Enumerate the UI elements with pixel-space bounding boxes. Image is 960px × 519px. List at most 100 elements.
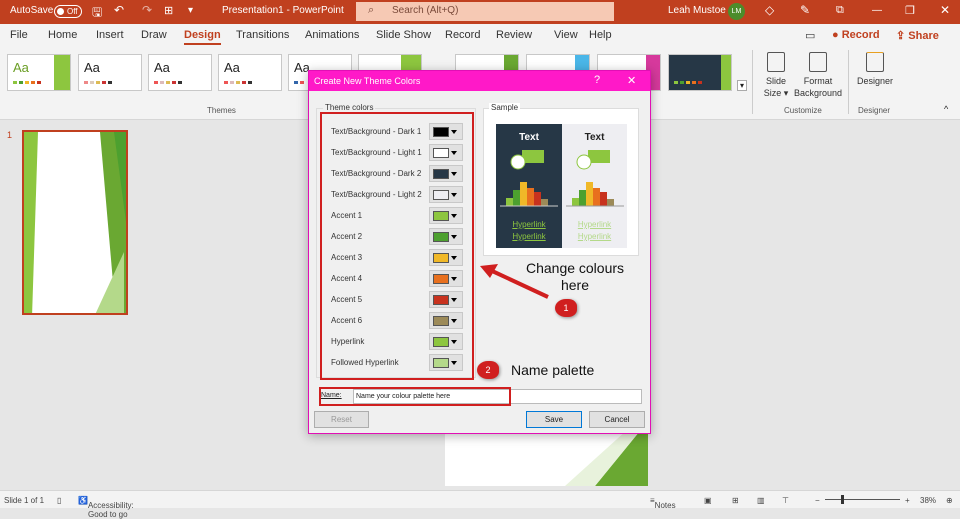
divider	[752, 50, 753, 114]
autosave-toggle[interactable]: Off	[54, 5, 82, 18]
present-icon[interactable]: ⊞	[164, 4, 173, 17]
minimize-button[interactable]: —	[872, 5, 882, 16]
sample-light: Text Hyperlink Hyperlink	[562, 124, 627, 248]
sample-followed-hyperlink-light: Hyperlink	[577, 232, 612, 241]
designer-button[interactable]: Designer	[853, 52, 897, 87]
sample-followed-hyperlink: Hyperlink	[512, 232, 546, 241]
help-button[interactable]: ?	[594, 74, 600, 86]
tab-insert[interactable]: Insert	[96, 29, 124, 41]
sample-text-dark: Text	[519, 132, 539, 143]
sample-text-light: Text	[584, 132, 605, 143]
highlight-box-colors	[320, 112, 474, 380]
autosave-label: AutoSave	[10, 5, 54, 16]
title-bar: AutoSave Off 🖫 ↶ ↷ ⊞ ▾ Presentation1 - P…	[0, 0, 960, 24]
document-title: Presentation1 - PowerPoint	[222, 5, 344, 16]
redo-icon[interactable]: ↷	[142, 3, 152, 17]
tab-slide-show[interactable]: Slide Show	[376, 29, 431, 41]
designer-group-label: Designer	[858, 106, 891, 115]
sample-hyperlink-light: Hyperlink	[577, 220, 612, 229]
slide-sorter-icon[interactable]: ⊞	[732, 496, 739, 505]
themes-group-label: Themes	[207, 106, 236, 115]
slide-size-icon	[767, 52, 785, 72]
restore-button[interactable]: ❐	[905, 4, 915, 17]
zoom-slider[interactable]	[825, 495, 900, 504]
reset-button[interactable]: Reset	[314, 411, 369, 428]
dialog-title-bar: Create New Theme Colors ? ✕	[309, 71, 650, 91]
accessibility-status[interactable]: ♿ Accessibility: Good to go	[78, 496, 134, 519]
diamond-icon[interactable]: ◇	[765, 3, 774, 17]
highlight-box-name	[319, 387, 511, 406]
share-label: Share	[908, 30, 939, 42]
tab-design[interactable]: Design	[184, 29, 221, 45]
variant-option[interactable]	[668, 54, 732, 91]
status-bar: Slide 1 of 1 ▯ ♿ Accessibility: Good to …	[0, 490, 960, 519]
slideshow-icon[interactable]: ⊤	[782, 496, 789, 505]
slide-number: 1	[7, 130, 13, 140]
zoom-level[interactable]: 38%	[920, 496, 936, 505]
tab-record[interactable]: Record	[445, 29, 480, 41]
sample-chart-light	[566, 150, 624, 207]
dialog-close-button[interactable]: ✕	[627, 74, 636, 87]
slide-thumbnail-art	[24, 132, 126, 313]
tab-animations[interactable]: Animations	[305, 29, 359, 41]
sample-hyperlink: Hyperlink	[512, 220, 546, 229]
annotation-change-colours: Change colours here	[525, 260, 625, 293]
zoom-in-button[interactable]: +	[905, 496, 910, 505]
normal-view-icon[interactable]: ▣	[704, 496, 712, 505]
fit-to-window-icon[interactable]: ⊕	[946, 496, 953, 505]
menu-bar: File Home Insert Draw Design Transitions…	[0, 24, 960, 46]
zoom-slider-thumb	[841, 495, 844, 504]
customize-qat-icon[interactable]: ▾	[188, 5, 193, 16]
tab-home[interactable]: Home	[48, 29, 77, 41]
search-placeholder: Search (Alt+Q)	[392, 5, 459, 16]
dialog-title: Create New Theme Colors	[314, 76, 421, 86]
sample-dark: Text Hyperlink Hyperlink	[496, 124, 562, 248]
slide-size-button[interactable]: Slide Size ▾	[760, 52, 792, 99]
reading-view-icon[interactable]: ▥	[757, 496, 765, 505]
zoom-out-button[interactable]: −	[815, 496, 820, 505]
more-variants-button[interactable]: ▾	[737, 80, 748, 91]
tab-review[interactable]: Review	[496, 29, 532, 41]
slide-thumbnail[interactable]	[22, 130, 128, 315]
designer-icon	[866, 52, 884, 72]
slide-count: Slide 1 of 1	[4, 496, 45, 505]
sample-label: Sample	[489, 103, 521, 112]
customize-group-label: Customize	[784, 106, 822, 115]
annotation-badge-1: 1	[555, 299, 577, 317]
record-label: Record	[841, 29, 880, 41]
comments-icon[interactable]: ▭	[805, 29, 815, 42]
tab-file[interactable]: File	[10, 29, 28, 41]
pen-icon[interactable]: ✎	[800, 3, 810, 17]
annotation-badge-2: 2	[477, 361, 499, 379]
record-button[interactable]: ● Record	[832, 29, 880, 41]
undo-icon[interactable]: ↶	[114, 3, 124, 17]
close-button[interactable]: ✕	[940, 3, 950, 17]
user-name[interactable]: Leah Mustoe	[668, 5, 726, 16]
search-input[interactable]: ⌕ Search (Alt+Q)	[356, 2, 614, 21]
sample-chart-dark	[500, 150, 558, 207]
tab-view[interactable]: View	[554, 29, 578, 41]
cancel-button[interactable]: Cancel	[589, 411, 645, 428]
save-icon[interactable]: 🖫	[92, 3, 102, 24]
share-button[interactable]: ⇪ Share	[896, 29, 939, 42]
ribbon-display-icon[interactable]: ⧉	[836, 4, 844, 17]
tab-transitions[interactable]: Transitions	[236, 29, 289, 41]
tab-draw[interactable]: Draw	[141, 29, 167, 41]
theme-option[interactable]: Aa	[218, 54, 282, 91]
theme-option[interactable]: Aa	[78, 54, 142, 91]
theme-option[interactable]: Aa	[148, 54, 212, 91]
collapse-ribbon-icon[interactable]: ^	[944, 104, 948, 114]
theme-option[interactable]: Aa	[7, 54, 71, 91]
tab-help[interactable]: Help	[589, 29, 612, 41]
annotation-name-palette: Name palette	[511, 362, 595, 378]
format-background-button[interactable]: Format Background	[792, 52, 844, 99]
avatar[interactable]: LM	[728, 3, 745, 20]
save-button[interactable]: Save	[526, 411, 582, 428]
search-icon: ⌕	[368, 4, 375, 16]
create-theme-colors-dialog: Create New Theme Colors ? ✕ Theme colors…	[308, 70, 651, 434]
divider	[848, 50, 849, 114]
theme-colors-label: Theme colors	[323, 103, 376, 112]
spell-check-icon[interactable]: ▯	[57, 496, 61, 505]
notes-button[interactable]: ≡ Notes	[650, 496, 676, 510]
format-background-icon	[809, 52, 827, 72]
